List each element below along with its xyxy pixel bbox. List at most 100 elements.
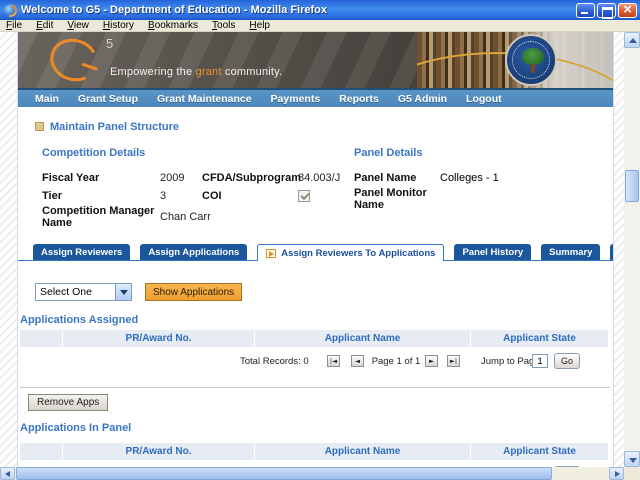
competition-details: Competition Details Fiscal Year 2009 CFD…	[18, 147, 348, 229]
column-pr-award-no: PR/Award No.	[63, 443, 254, 460]
tier-row: Tier 3 COI	[42, 187, 348, 204]
fiscal-year-label: Fiscal Year	[42, 171, 100, 184]
g5-banner: 5 Empowering the grant community.	[18, 32, 613, 88]
cfda-value: 84.003/J	[298, 171, 341, 184]
panel-name-label: Panel Name	[354, 171, 417, 184]
applications-assigned-header: PR/Award No. Applicant Name Applicant St…	[20, 330, 608, 347]
page-title: Maintain Panel Structure	[50, 120, 179, 133]
applications-assigned-heading: Applications Assigned	[20, 314, 139, 326]
nav-grant-setup[interactable]: Grant Setup	[78, 93, 138, 105]
scroll-right-arrow-icon[interactable]	[609, 467, 624, 480]
chevron-down-icon[interactable]	[115, 284, 131, 300]
column-applicant-name: Applicant Name	[255, 443, 470, 460]
nav-g5-admin[interactable]: G5 Admin	[398, 93, 447, 105]
pagination-in-panel: Total Records: 0 |◄ ◄ Page 1 of 1 ► ►| J…	[18, 460, 613, 467]
page-content: 5 Empowering the grant community. Main G…	[18, 32, 613, 467]
nav-grant-maintenance[interactable]: Grant Maintenance	[157, 93, 252, 105]
pagination-assigned: Total Records: 0 |◄ ◄ Page 1 of 1 ► ►| J…	[18, 347, 613, 379]
panel-name-value: Colleges - 1	[440, 171, 499, 184]
tab-assign-applications[interactable]: Assign Applications	[140, 244, 248, 260]
horizontal-scrollbar[interactable]	[0, 467, 624, 480]
menu-history[interactable]: History	[103, 20, 134, 31]
column-pr-award-no: PR/Award No.	[63, 330, 254, 347]
menu-help[interactable]: Help	[249, 20, 270, 31]
vertical-scroll-thumb[interactable]	[625, 170, 639, 202]
panel-details-heading: Panel Details	[354, 147, 423, 159]
banner-tagline: Empowering the grant community.	[110, 66, 282, 78]
seal-trunk-icon	[531, 64, 535, 73]
vertical-scrollbar[interactable]	[624, 32, 640, 467]
scroll-down-arrow-icon[interactable]	[624, 451, 640, 467]
menu-file[interactable]: File	[6, 20, 22, 31]
nav-logout[interactable]: Logout	[466, 93, 502, 105]
browser-viewport: 5 Empowering the grant community. Main G…	[0, 32, 640, 467]
first-page-button[interactable]: |◄	[327, 355, 340, 367]
scroll-up-arrow-icon[interactable]	[624, 32, 640, 48]
right-margin-stripe	[613, 32, 624, 467]
column-applicant-state: Applicant State	[471, 443, 608, 460]
nav-reports[interactable]: Reports	[339, 93, 379, 105]
tab-panel-history[interactable]: Panel History	[454, 244, 532, 260]
remove-apps-button[interactable]: Remove Apps	[28, 394, 109, 411]
page-indicator: Page 1 of 1	[371, 356, 421, 367]
applications-in-panel-header: PR/Award No. Applicant Name Applicant St…	[20, 443, 608, 460]
column-select	[20, 443, 62, 460]
jump-to-page-label: Jump to Page	[481, 356, 540, 367]
tier-label: Tier	[42, 189, 62, 202]
details-section: Competition Details Fiscal Year 2009 CFD…	[18, 147, 613, 229]
panel-details: Panel Details Panel Name Colleges - 1 Pa…	[348, 147, 613, 223]
show-applications-button[interactable]: Show Applications	[145, 283, 243, 301]
close-button[interactable]	[618, 1, 637, 18]
nav-payments[interactable]: Payments	[271, 93, 321, 105]
application-filter-select[interactable]: Select One	[35, 283, 132, 301]
previous-page-button[interactable]: ◄	[351, 355, 364, 367]
column-applicant-name: Applicant Name	[255, 330, 470, 347]
tab-bar: Assign Reviewers Assign Applications Ass…	[18, 244, 613, 261]
panel-monitor-label: Panel Monitor Name	[354, 187, 427, 211]
tagline-accent: grant	[195, 66, 222, 78]
competition-manager-row: Competition Manager Name Chan Carr	[42, 205, 348, 229]
tab-assign-reviewers-to-applications[interactable]: Assign Reviewers To Applications	[257, 244, 445, 261]
filter-row: Select One Show Applications	[35, 283, 613, 301]
divider	[20, 387, 610, 388]
fiscal-year-row: Fiscal Year 2009 CFDA/Subprogram 84.003/…	[42, 169, 348, 186]
scrollbar-corner	[624, 467, 640, 480]
next-page-button[interactable]: ►	[425, 355, 438, 367]
page-title-row: Maintain Panel Structure	[35, 120, 613, 133]
firefox-icon	[4, 3, 17, 17]
fiscal-year-value: 2009	[160, 171, 185, 184]
column-select	[20, 330, 62, 347]
competition-manager-value: Chan Carr	[160, 211, 211, 223]
minimize-button[interactable]	[576, 2, 595, 18]
competition-details-heading: Competition Details	[42, 147, 146, 159]
tab-confirmation[interactable]: Confirmation	[610, 244, 613, 260]
menu-bar: File Edit View History Bookmarks Tools H…	[0, 20, 640, 32]
jump-to-page-input[interactable]	[532, 354, 548, 368]
window-titlebar[interactable]: Welcome to G5 - Department of Education …	[0, 0, 640, 20]
select-value: Select One	[40, 286, 92, 298]
tab-summary[interactable]: Summary	[541, 244, 601, 260]
competition-manager-label: Competition Manager Name	[42, 205, 155, 229]
scroll-left-arrow-icon[interactable]	[0, 467, 15, 480]
applications-in-panel-heading: Applications In Panel	[20, 422, 132, 434]
menu-bookmarks[interactable]: Bookmarks	[148, 20, 198, 31]
coi-checkbox[interactable]	[298, 189, 310, 202]
window-title: Welcome to G5 - Department of Education …	[21, 4, 327, 16]
tab-assign-reviewers[interactable]: Assign Reviewers	[33, 244, 131, 260]
menu-tools[interactable]: Tools	[212, 20, 235, 31]
last-page-button[interactable]: ►|	[447, 355, 460, 367]
coi-label: COI	[202, 189, 222, 202]
department-of-education-seal-icon	[505, 34, 557, 86]
menu-view[interactable]: View	[67, 20, 89, 31]
menu-edit[interactable]: Edit	[36, 20, 53, 31]
go-button[interactable]: Go	[554, 353, 580, 369]
restore-button[interactable]	[597, 2, 616, 19]
horizontal-scroll-thumb[interactable]	[16, 467, 552, 480]
seal-tree-icon	[522, 48, 544, 65]
active-tab-label: Assign Reviewers To Applications	[281, 247, 436, 259]
tagline-pre: Empowering the	[110, 66, 196, 78]
nav-main[interactable]: Main	[35, 93, 59, 105]
column-applicant-state: Applicant State	[471, 330, 608, 347]
tier-value: 3	[160, 189, 167, 202]
panel-name-row: Panel Name Colleges - 1	[354, 169, 613, 186]
